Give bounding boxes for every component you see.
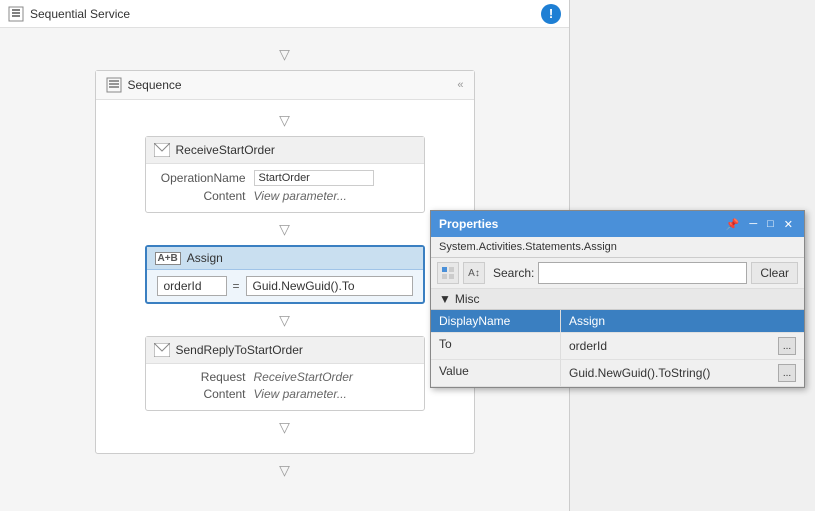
collapse-icon[interactable]: « — [457, 79, 463, 91]
connector-2: ▽ — [275, 217, 295, 241]
properties-title: Properties — [439, 217, 498, 231]
send-reply-icon — [154, 342, 170, 358]
operation-name-label: OperationName — [156, 171, 246, 185]
connector-bottom: ▽ — [275, 458, 295, 482]
content-value-1[interactable]: View parameter... — [254, 189, 347, 203]
to-label: To — [431, 333, 561, 359]
send-reply-label: SendReplyToStartOrder — [176, 343, 303, 357]
sequential-service-icon — [8, 6, 24, 22]
assign-label: Assign — [187, 251, 223, 265]
title-bar: Sequential Service ! — [0, 0, 569, 28]
display-name-value[interactable]: Assign — [561, 310, 804, 332]
value-row[interactable]: Value Guid.NewGuid().ToString() ... — [431, 360, 804, 387]
group-label: Misc — [455, 292, 480, 306]
close-button[interactable]: ✕ — [781, 218, 796, 231]
expand-icon[interactable]: ▼ — [439, 292, 451, 306]
assign-block[interactable]: A+B Assign orderId = Guid.NewGuid().To — [145, 245, 425, 304]
connector-arrow-top: ▽ — [275, 42, 295, 66]
misc-group-header: ▼ Misc — [431, 289, 804, 310]
request-value[interactable]: ReceiveStartOrder — [254, 370, 353, 384]
sequence-icon — [106, 77, 122, 93]
send-reply-body: Request ReceiveStartOrder Content View p… — [146, 364, 424, 410]
send-reply-block[interactable]: SendReplyToStartOrder Request ReceiveSta… — [145, 336, 425, 411]
receive-start-order-block[interactable]: ReceiveStartOrder OperationName StartOrd… — [145, 136, 425, 213]
to-ellipsis-button[interactable]: ... — [778, 337, 796, 355]
assign-header: A+B Assign — [147, 247, 423, 270]
value-value[interactable]: Guid.NewGuid().ToString() ... — [561, 360, 804, 386]
value-ellipsis-button[interactable]: ... — [778, 364, 796, 382]
assign-body: orderId = Guid.NewGuid().To — [147, 270, 423, 302]
sequence-header: Sequence « — [96, 71, 474, 100]
assign-equals: = — [233, 279, 240, 293]
properties-content: ▼ Misc DisplayName Assign To orderId ...… — [431, 289, 804, 387]
content-label-1: Content — [156, 189, 246, 203]
connector-3: ▽ — [275, 308, 295, 332]
clear-button[interactable]: Clear — [751, 262, 798, 284]
content-label-2: Content — [156, 387, 246, 401]
restore-button[interactable]: □ — [764, 218, 777, 230]
search-label: Search: — [493, 266, 534, 280]
properties-panel: Properties 📌 ─ □ ✕ System.Activities.Sta… — [430, 210, 805, 388]
sequence-body: ▽ ReceiveStartOrder — [96, 100, 474, 453]
sequence-container[interactable]: Sequence « ▽ Receiv — [95, 70, 475, 454]
to-row[interactable]: To orderId ... — [431, 333, 804, 360]
receive-icon — [154, 142, 170, 158]
receive-body: OperationName StartOrder Content View pa… — [146, 164, 424, 212]
properties-subtitle: System.Activities.Statements.Assign — [431, 237, 804, 258]
operation-name-value: StartOrder — [254, 170, 374, 186]
send-reply-header: SendReplyToStartOrder — [146, 337, 424, 364]
display-name-row[interactable]: DisplayName Assign — [431, 310, 804, 333]
assign-icon: A+B — [155, 252, 181, 265]
receive-label: ReceiveStartOrder — [176, 143, 275, 157]
minimize-button[interactable]: ─ — [746, 218, 760, 230]
connector-4: ▽ — [275, 415, 295, 439]
categorized-button[interactable] — [437, 262, 459, 284]
warning-icon: ! — [541, 4, 561, 24]
properties-toolbar: A↕ Search: Clear — [431, 258, 804, 289]
title-controls: 📌 ─ □ ✕ — [723, 218, 796, 231]
title-text: Sequential Service — [30, 7, 541, 21]
receive-header: ReceiveStartOrder — [146, 137, 424, 164]
to-value[interactable]: orderId ... — [561, 333, 804, 359]
search-input[interactable] — [538, 262, 747, 284]
content-value-2[interactable]: View parameter... — [254, 387, 347, 401]
properties-title-bar: Properties 📌 ─ □ ✕ — [431, 211, 804, 237]
alphabetical-button[interactable]: A↕ — [463, 262, 485, 284]
assign-left-field[interactable]: orderId — [157, 276, 227, 296]
request-label: Request — [156, 370, 246, 384]
connector-1: ▽ — [275, 108, 295, 132]
value-label: Value — [431, 360, 561, 386]
assign-right-field[interactable]: Guid.NewGuid().To — [246, 276, 413, 296]
sequence-label: Sequence — [128, 78, 182, 92]
pin-button[interactable]: 📌 — [723, 218, 743, 231]
display-name-label: DisplayName — [431, 310, 561, 332]
